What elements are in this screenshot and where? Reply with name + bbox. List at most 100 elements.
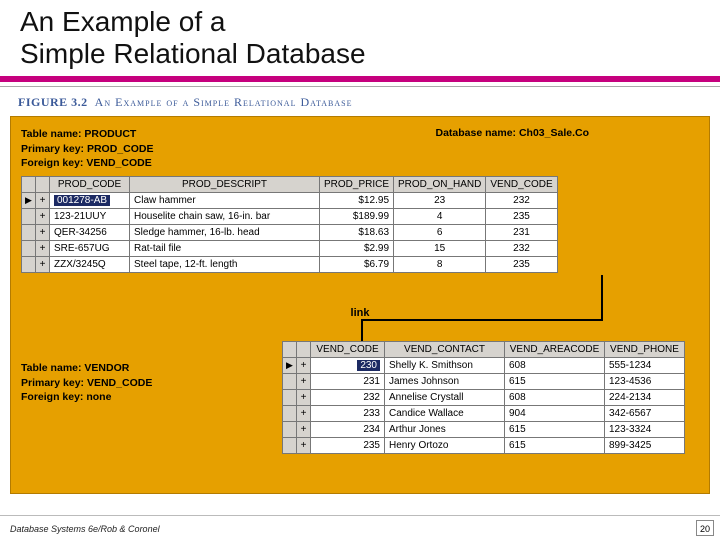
cell: 001278-AB (50, 192, 130, 208)
cell: 232 (486, 192, 557, 208)
table-row: +123-21UUYHouselite chain saw, 16-in. ba… (22, 208, 558, 224)
database-label: Database name: (436, 127, 517, 139)
column-header: PROD_CODE (50, 176, 130, 192)
cell: 4 (394, 208, 486, 224)
vendor-expand-header (297, 342, 311, 358)
vendor-fk: none (86, 391, 111, 403)
cell: 904 (505, 406, 605, 422)
expand-icon: + (36, 208, 50, 224)
footer-rule (0, 515, 720, 516)
cell: $6.79 (320, 256, 394, 272)
link-line-horizontal (361, 319, 603, 321)
table-row: +231James Johnson615123-4536 (283, 374, 685, 390)
footer-text: Database Systems 6e/Rob & Coronel (10, 524, 160, 534)
row-selector (22, 240, 36, 256)
vendor-rowselector-header (283, 342, 297, 358)
cell: Steel tape, 12-ft. length (130, 256, 320, 272)
row-selector (283, 406, 297, 422)
table-row: +QER-34256Sledge hammer, 16-lb. head$18.… (22, 224, 558, 240)
cell: Shelly K. Smithson (385, 358, 505, 374)
row-selector (22, 224, 36, 240)
cell: 615 (505, 422, 605, 438)
vendor-table-label: Table name: (21, 362, 82, 374)
figure-caption: An Example of a Simple Relational Databa… (95, 95, 353, 109)
cell: 608 (505, 390, 605, 406)
cell: James Johnson (385, 374, 505, 390)
table-row: +234Arthur Jones615123-3324 (283, 422, 685, 438)
row-selector (283, 390, 297, 406)
cell: 232 (486, 240, 557, 256)
product-table-label: Table name: (21, 128, 82, 140)
product-pk-label: Primary key: (21, 143, 84, 155)
cell: ZZX/3245Q (50, 256, 130, 272)
cell: $2.99 (320, 240, 394, 256)
cell: 615 (505, 438, 605, 454)
slide-title: An Example of a Simple Relational Databa… (0, 0, 720, 70)
expand-icon: + (297, 438, 311, 454)
product-fk-label: Foreign key: (21, 157, 83, 169)
database-name: Ch03_Sale.Co (519, 127, 589, 139)
table-row: +SRE-657UGRat-tail file$2.9915232 (22, 240, 558, 256)
table-row: +232Annelise Crystall608224-2134 (283, 390, 685, 406)
product-expand-header (36, 176, 50, 192)
table-row: ▶+001278-ABClaw hammer$12.9523232 (22, 192, 558, 208)
cell: 6 (394, 224, 486, 240)
column-header: VEND_CODE (486, 176, 557, 192)
product-grid: PROD_CODEPROD_DESCRIPTPROD_PRICEPROD_ON_… (21, 176, 558, 273)
cell: Rat-tail file (130, 240, 320, 256)
cell: 234 (311, 422, 385, 438)
cell: 615 (505, 374, 605, 390)
title-rule-thin (0, 86, 720, 87)
cell: 235 (486, 256, 557, 272)
cell: 15 (394, 240, 486, 256)
expand-icon: + (297, 390, 311, 406)
expand-icon: + (36, 224, 50, 240)
page-number: 20 (696, 520, 714, 536)
cell: 233 (311, 406, 385, 422)
column-header: PROD_DESCRIPT (130, 176, 320, 192)
row-selector: ▶ (22, 192, 36, 208)
cell: QER-34256 (50, 224, 130, 240)
cell: Sledge hammer, 16-lb. head (130, 224, 320, 240)
product-meta: Table name: PRODUCT Primary key: PROD_CO… (21, 127, 699, 170)
cell: SRE-657UG (50, 240, 130, 256)
vendor-table-name: VENDOR (84, 362, 129, 374)
expand-icon: + (36, 240, 50, 256)
cell: 123-21UUY (50, 208, 130, 224)
row-selector (283, 374, 297, 390)
cell: 231 (311, 374, 385, 390)
row-selector (22, 208, 36, 224)
product-table-name: PRODUCT (84, 128, 136, 140)
cell: Claw hammer (130, 192, 320, 208)
table-row: +235Henry Ortozo615899-3425 (283, 438, 685, 454)
expand-icon: + (297, 358, 311, 374)
product-rowselector-header (22, 176, 36, 192)
cell: 230 (311, 358, 385, 374)
vendor-header-row: VEND_CODEVEND_CONTACTVEND_AREACODEVEND_P… (283, 342, 685, 358)
figure-label: FIGURE 3.2 An Example of a Simple Relati… (18, 95, 720, 110)
product-pk: PROD_CODE (87, 143, 154, 155)
vendor-pk: VEND_CODE (87, 377, 152, 389)
cell: $12.95 (320, 192, 394, 208)
vendor-meta: Table name: VENDOR Primary key: VEND_COD… (21, 361, 152, 404)
table-row: +233Candice Wallace904342-6567 (283, 406, 685, 422)
product-header-row: PROD_CODEPROD_DESCRIPTPROD_PRICEPROD_ON_… (22, 176, 558, 192)
table-row: +ZZX/3245QSteel tape, 12-ft. length$6.79… (22, 256, 558, 272)
cell: 899-3425 (605, 438, 685, 454)
vendor-fk-label: Foreign key: (21, 391, 83, 403)
figure-number: FIGURE 3.2 (18, 95, 88, 109)
cell: 123-3324 (605, 422, 685, 438)
cell: 555-1234 (605, 358, 685, 374)
cell: $189.99 (320, 208, 394, 224)
cell: Henry Ortozo (385, 438, 505, 454)
vendor-grid: VEND_CODEVEND_CONTACTVEND_AREACODEVEND_P… (282, 341, 685, 454)
row-selector: ▶ (283, 358, 297, 374)
link-line-vertical-lower (361, 319, 363, 341)
row-selector (283, 422, 297, 438)
column-header: PROD_PRICE (320, 176, 394, 192)
row-selector (283, 438, 297, 454)
cell: Houselite chain saw, 16-in. bar (130, 208, 320, 224)
title-line-2: Simple Relational Database (20, 38, 366, 69)
column-header: VEND_CONTACT (385, 342, 505, 358)
cell: $18.63 (320, 224, 394, 240)
